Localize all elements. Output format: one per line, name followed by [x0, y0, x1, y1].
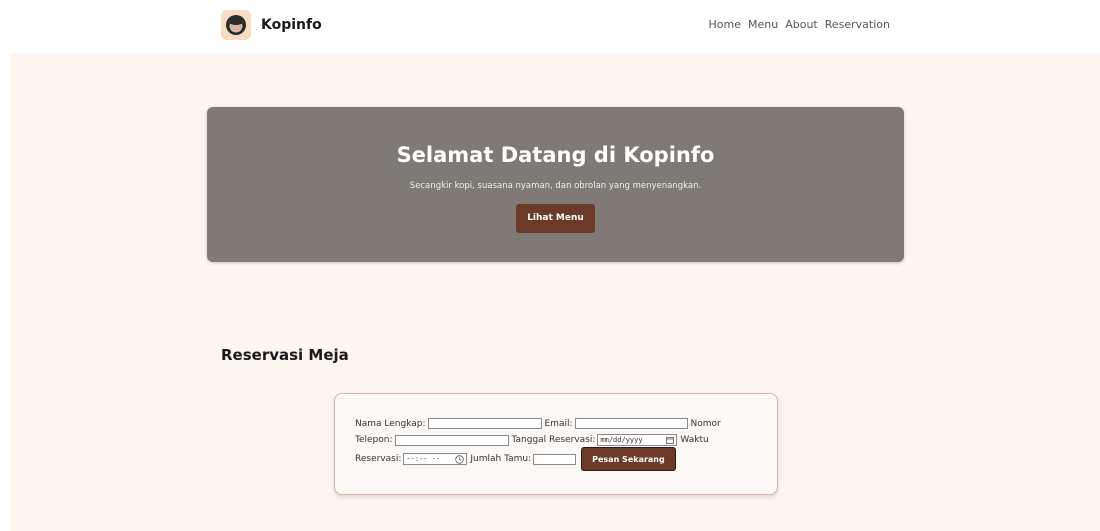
- form-row-3: Reservasi: --:-- -- Jumlah Tamu: Pesan S…: [355, 447, 676, 471]
- phone-input[interactable]: [394, 434, 509, 446]
- hero-title: Selamat Datang di Kopinfo: [396, 143, 715, 167]
- view-menu-button[interactable]: Lihat Menu: [516, 204, 595, 233]
- phone-label-2: Telepon:: [355, 435, 393, 445]
- date-label: Tanggal Reservasi:: [511, 435, 596, 445]
- calendar-icon[interactable]: [666, 436, 675, 444]
- time-input[interactable]: --:-- --: [403, 453, 468, 465]
- nav-about[interactable]: About: [785, 18, 818, 31]
- brand-logo[interactable]: Kopinfo: [221, 10, 322, 40]
- main-content: Selamat Datang di Kopinfo Secangkir kopi…: [10, 53, 1100, 531]
- date-placeholder: mm/dd/yyyy: [600, 436, 643, 444]
- top-navbar: Kopinfo Home Menu About Reservation: [0, 0, 1100, 53]
- main-nav: Home Menu About Reservation: [709, 18, 890, 31]
- brand-name: Kopinfo: [261, 17, 322, 33]
- hero-banner: Selamat Datang di Kopinfo Secangkir kopi…: [207, 107, 904, 262]
- full-name-label: Nama Lengkap:: [355, 418, 426, 429]
- nav-home[interactable]: Home: [709, 18, 741, 31]
- full-name-input[interactable]: [427, 418, 542, 429]
- clock-icon[interactable]: [455, 454, 465, 464]
- reservation-form: Nama Lengkap: Email: Nomor Telepon: Tang…: [334, 393, 778, 495]
- form-row-1: Nama Lengkap: Email: Nomor: [355, 418, 721, 429]
- hero-subtitle: Secangkir kopi, suasana nyaman, dan obro…: [409, 181, 702, 191]
- email-input[interactable]: [574, 418, 688, 429]
- guests-label: Jumlah Tamu:: [470, 454, 532, 464]
- submit-reservation-button[interactable]: Pesan Sekarang: [581, 447, 676, 471]
- time-label-2: Reservasi:: [355, 454, 402, 464]
- form-row-2: Telepon: Tanggal Reservasi: mm/dd/yyyy W…: [355, 434, 709, 446]
- guests-input[interactable]: [533, 453, 577, 465]
- time-label-1: Waktu: [680, 435, 709, 445]
- date-input[interactable]: mm/dd/yyyy: [597, 434, 678, 446]
- phone-label-1: Nomor: [690, 418, 721, 429]
- email-label: Email:: [544, 418, 573, 429]
- time-placeholder: --:-- --: [406, 455, 441, 463]
- nav-reservation[interactable]: Reservation: [825, 18, 890, 31]
- nav-menu[interactable]: Menu: [748, 18, 778, 31]
- coffee-logo-icon: [221, 10, 251, 40]
- reservation-title: Reservasi Meja: [221, 346, 349, 364]
